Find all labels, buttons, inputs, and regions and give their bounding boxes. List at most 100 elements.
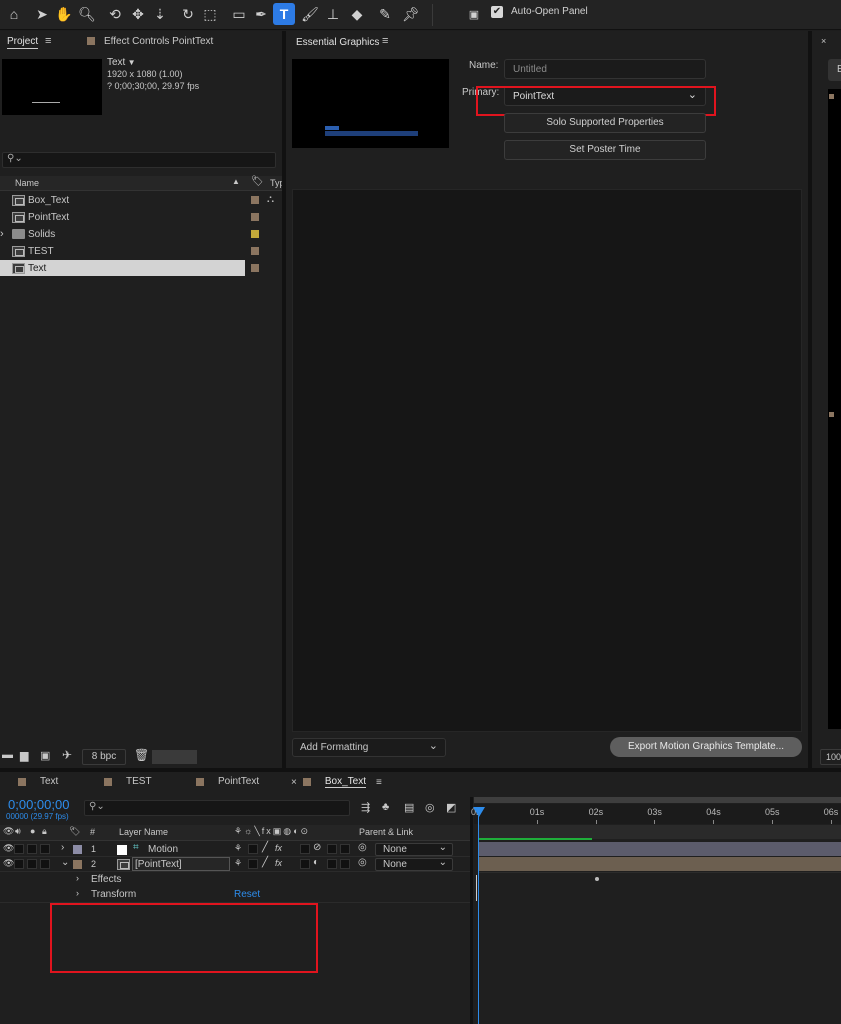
collapse-switch[interactable]	[248, 859, 258, 869]
add-formatting-dropdown[interactable]: Add Formatting ⌄	[292, 738, 446, 757]
lock-toggle[interactable]	[40, 844, 50, 854]
layer-row[interactable]: 👁︎ › 1 ⌗ Motion ⚘ ╱ fx ⊘ ◎ None ⌄	[0, 842, 472, 857]
quality-switch-icon[interactable]: ╱	[262, 842, 268, 853]
effects-property-row[interactable]: › Effects	[0, 872, 472, 887]
shy-switch-icon[interactable]: ⚘	[234, 843, 242, 854]
layer-bar-pointtext[interactable]	[478, 857, 841, 871]
timeline-tab[interactable]: PointText	[196, 776, 259, 787]
project-item[interactable]: Text	[0, 260, 245, 276]
adjustment-switch[interactable]	[327, 844, 337, 854]
visibility-eye-icon[interactable]: 👁︎	[3, 858, 14, 869]
label-tag-icon[interactable]: 🏷︎	[69, 826, 80, 837]
close-icon[interactable]: ×	[291, 777, 297, 788]
puppet-pin-tool-icon[interactable]: 📌︎	[400, 3, 422, 25]
brush-tool-icon[interactable]: 🖌︎	[299, 3, 321, 25]
column-layer-name[interactable]: Layer Name	[119, 827, 168, 837]
right-panel-button[interactable]: E	[828, 59, 841, 81]
audio-toggle[interactable]	[14, 859, 24, 869]
chevron-right-icon[interactable]: ›	[76, 888, 79, 898]
layer-label-color[interactable]	[73, 845, 82, 854]
export-motion-graphics-template-button[interactable]: Export Motion Graphics Template...	[610, 737, 802, 757]
panel-menu-icon[interactable]: ≡	[382, 35, 388, 47]
home-icon[interactable]: ⌂	[3, 3, 25, 25]
column-name[interactable]: Name	[15, 178, 39, 188]
effects-switch-icon[interactable]: fx	[275, 858, 282, 868]
3d-switch[interactable]	[340, 844, 350, 854]
clone-stamp-tool-icon[interactable]: ⊥	[322, 3, 344, 25]
shy-switch-icon[interactable]: ⚘	[234, 858, 242, 869]
type-tool-icon[interactable]: T	[273, 3, 295, 25]
audio-toggle[interactable]	[14, 844, 24, 854]
lock-toggle[interactable]	[40, 859, 50, 869]
close-icon[interactable]: ×	[821, 36, 826, 46]
audio-switch-icon[interactable]: 🔊︎	[15, 826, 21, 837]
frame-blend-switch[interactable]	[300, 859, 310, 869]
label-color-swatch[interactable]	[251, 213, 259, 221]
lock-switch-icon[interactable]: 🔒︎	[42, 826, 47, 837]
solo-toggle[interactable]	[27, 859, 37, 869]
comp-flowchart-icon[interactable]: ⇶	[361, 801, 370, 814]
video-switch-icon[interactable]: 👁︎	[3, 826, 14, 837]
label-color-swatch[interactable]	[251, 230, 259, 238]
selection-tool-icon[interactable]: ➤	[31, 3, 53, 25]
chevron-right-icon[interactable]: ›	[61, 842, 64, 853]
auto-open-checkbox[interactable]: ✔	[491, 6, 503, 18]
playhead-line[interactable]	[478, 816, 479, 1024]
eraser-tool-icon[interactable]: ◆	[346, 3, 368, 25]
3d-switch[interactable]	[340, 859, 350, 869]
magnification-dropdown[interactable]: 100	[820, 749, 841, 765]
new-folder-icon[interactable]: ▆	[20, 749, 28, 762]
motion-blur-icon[interactable]: ◎	[425, 801, 435, 814]
project-item[interactable]: TEST	[0, 243, 265, 259]
timeline-search-input[interactable]: ⚲⌄	[84, 800, 350, 816]
transform-reset-link[interactable]: Reset	[234, 889, 260, 900]
motion-blur-switch-icon[interactable]: ◐	[313, 857, 319, 868]
zoom-tool-icon[interactable]: 🔍︎	[76, 3, 98, 25]
trash-icon[interactable]: 🗑︎	[134, 748, 149, 762]
dolly-camera-tool-icon[interactable]: ⇣	[149, 3, 171, 25]
bpc-button[interactable]: 8 bpc	[82, 749, 126, 765]
label-color-swatch[interactable]	[251, 247, 259, 255]
flowchart-icon[interactable]: ⛬	[267, 194, 274, 205]
timeline-tab[interactable]: Text	[18, 776, 58, 787]
adjust-settings-icon[interactable]: ✈	[62, 748, 72, 762]
graph-editor-icon[interactable]: ◩	[446, 801, 456, 814]
layer-name[interactable]: Motion	[148, 844, 178, 855]
rectangle-tool-icon[interactable]: ▭	[228, 3, 250, 25]
parent-dropdown[interactable]: None ⌄	[375, 857, 453, 871]
preview-item-name[interactable]: Text ▼	[107, 57, 135, 68]
layer-row[interactable]: 👁︎ ⌄ 2 [PointText] ⚘ ╱ fx ◐ ◎ None ⌄	[0, 857, 472, 872]
work-area-bar[interactable]	[474, 797, 841, 803]
layer-name[interactable]: [PointText]	[132, 857, 230, 871]
timeline-split-divider[interactable]	[470, 797, 473, 1024]
project-item[interactable]: › Solids	[0, 226, 265, 242]
project-search-input[interactable]: ⚲⌄	[2, 152, 276, 168]
solo-toggle[interactable]	[27, 844, 37, 854]
keyframe-marker[interactable]	[595, 877, 599, 881]
layer-label-color[interactable]	[73, 860, 82, 869]
label-color-swatch[interactable]	[251, 196, 259, 204]
hand-tool-icon[interactable]: ✋	[53, 3, 75, 25]
orbit-camera-tool-icon[interactable]: ⟲	[104, 3, 126, 25]
roto-brush-tool-icon[interactable]: ✎	[374, 3, 396, 25]
current-timecode[interactable]: 0;00;00;00	[8, 797, 69, 812]
chevron-down-icon[interactable]: ⌄	[61, 857, 69, 868]
panel-menu-icon[interactable]: ≡	[376, 777, 382, 788]
workspace-icon[interactable]: ▣	[463, 3, 485, 25]
project-item[interactable]: PointText	[0, 209, 265, 225]
new-composition-icon[interactable]: ▣	[40, 749, 50, 762]
layer-bar-motion[interactable]	[478, 842, 841, 856]
label-tag-icon[interactable]: 🏷︎	[251, 176, 264, 187]
pick-whip-icon[interactable]: ◎	[358, 842, 367, 853]
frame-blend-switch[interactable]	[300, 844, 310, 854]
project-item[interactable]: Box_Text	[0, 192, 265, 208]
tab-effect-controls[interactable]: Effect Controls PointText	[104, 36, 213, 47]
solo-switch-icon[interactable]: ●	[30, 826, 35, 836]
timeline-tab[interactable]: TEST	[104, 776, 152, 787]
pan-camera-tool-icon[interactable]: ✥	[127, 3, 149, 25]
effects-switch-icon[interactable]: fx	[275, 843, 282, 853]
transform-property-row[interactable]: › Transform Reset	[0, 887, 472, 902]
rotation-tool-icon[interactable]: ↻	[177, 3, 199, 25]
set-poster-time-button[interactable]: Set Poster Time	[504, 140, 706, 160]
template-name-field[interactable]: Untitled	[504, 59, 706, 79]
